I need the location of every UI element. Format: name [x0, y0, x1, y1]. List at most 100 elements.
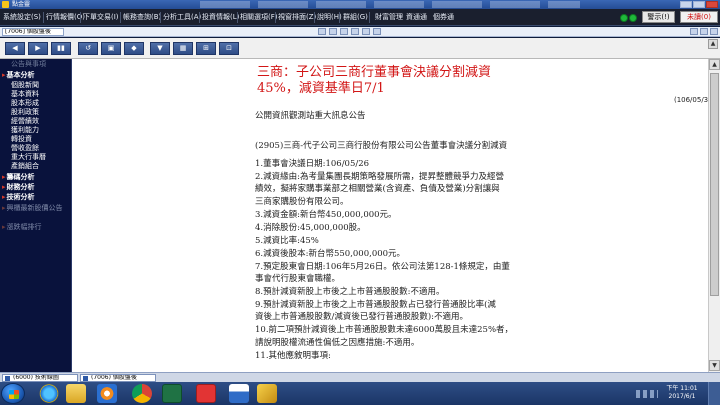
- system-tray-icons[interactable]: [636, 390, 658, 398]
- layout-icon[interactable]: [373, 28, 381, 35]
- menu-order-trading[interactable]: 下單交易(I): [83, 12, 119, 23]
- app-window: 點金靈 系統設定(S) 行情報價(Q) 下單交易(I) 帳務查詢(B) 分析工具…: [0, 0, 720, 405]
- sidebar-item-basic-info[interactable]: 基本資料: [0, 90, 72, 99]
- sidebar-item-announcements[interactable]: 公告與事項: [0, 60, 72, 69]
- article-body-line: 績效，擬將家購事業部之相關營業(含資產、負債及營業)分割讓與: [255, 184, 500, 194]
- window-tab-stock-after-hours[interactable]: (7006) 個股盤後: [80, 374, 156, 382]
- unread-button[interactable]: 未讀(0): [680, 11, 718, 23]
- folder-icon[interactable]: [66, 384, 86, 403]
- news-content-panel: 三商：子公司三商行董事會決議分割減資 45%，減資基準日7/1 (106/05/…: [72, 59, 720, 372]
- sidebar-item-profitability[interactable]: 獲利能力: [0, 126, 72, 135]
- maximize-button[interactable]: [693, 1, 705, 8]
- layout-icon[interactable]: [351, 28, 359, 35]
- panel-minimize-icon[interactable]: [690, 28, 698, 35]
- chrome-icon[interactable]: [132, 384, 152, 403]
- sidebar-item-label: 股本形成: [11, 99, 39, 107]
- sidebar: 公告與事項 ▸基本分析 個股新聞 基本資料 股本形成 股利政策 經營績效 獲利能…: [0, 59, 72, 372]
- menu-stock-pass[interactable]: 個券通: [433, 12, 454, 23]
- sidebar-category-movers[interactable]: ▸漲跌幅排行: [0, 223, 72, 232]
- window-icon: [5, 376, 10, 381]
- title-bar: 點金靈: [0, 0, 720, 9]
- media-player-icon[interactable]: [97, 384, 117, 403]
- article-body-line: 2.減資緣由:為考量集團長期策略發展所需，提昇整體競爭力及經營: [255, 172, 504, 182]
- menu-divider: [43, 12, 44, 23]
- gold-app-icon[interactable]: [257, 384, 277, 403]
- expand-button[interactable]: ⊞: [196, 42, 216, 55]
- article-body-line: 1.董事會決議日期:106/05/26: [255, 159, 370, 169]
- scroll-up-arrow-icon[interactable]: ▲: [708, 39, 718, 49]
- calendar-icon[interactable]: [229, 384, 249, 403]
- menu-divider: [80, 12, 81, 23]
- sidebar-category-emerging-price[interactable]: ▸興櫃最新股價公告: [0, 204, 72, 222]
- minimize-button[interactable]: [680, 1, 692, 8]
- window-tab-label: (7006) 個股盤後: [91, 374, 137, 381]
- refresh-button[interactable]: ↺: [78, 42, 98, 55]
- article-body-line: 三商家購股份有限公司。: [255, 197, 349, 207]
- window-tab-technical-chart[interactable]: (6000) 技術線圖: [2, 374, 78, 382]
- excel-icon[interactable]: [162, 384, 182, 403]
- headline-line: 三商：子公司三商行董事會決議分割減資: [257, 65, 492, 80]
- scroll-down-button[interactable]: ▼: [709, 360, 720, 371]
- sidebar-item-events[interactable]: 重大行事曆: [0, 153, 72, 162]
- sidebar-category-financial[interactable]: ▸財務分析: [0, 183, 72, 192]
- sidebar-category-fundamental[interactable]: ▸基本分析: [0, 71, 72, 80]
- stock-app-icon[interactable]: [196, 384, 216, 403]
- alert-button[interactable]: 警示(!): [642, 11, 675, 23]
- menu-zitongtong[interactable]: 資通通: [406, 12, 427, 23]
- menu-group[interactable]: 群組(G): [343, 12, 368, 23]
- panel-restore-icon[interactable]: [700, 28, 708, 35]
- menu-divider: [275, 12, 276, 23]
- sidebar-item-stock-news[interactable]: 個股新聞: [0, 81, 72, 90]
- menu-investment-info[interactable]: 投資情報(L): [202, 12, 239, 23]
- menu-divider: [199, 12, 200, 23]
- menu-account-query[interactable]: 帳務查詢(B): [123, 12, 161, 23]
- fit-button[interactable]: ⊡: [219, 42, 239, 55]
- back-button[interactable]: ◀: [5, 42, 25, 55]
- layout-icon[interactable]: [329, 28, 337, 35]
- sidebar-item-label: 重大行事曆: [11, 153, 46, 161]
- article-headline: 三商：子公司三商行董事會決議分割減資 45%，減資基準日7/1: [257, 65, 557, 97]
- sidebar-item-performance[interactable]: 經營績效: [0, 117, 72, 126]
- sidebar-item-capital[interactable]: 股本形成: [0, 99, 72, 108]
- menu-window-layout[interactable]: 視窗排面(Z): [278, 12, 316, 23]
- menu-related-options[interactable]: 相關選項(F): [240, 12, 278, 23]
- scroll-up-button[interactable]: ▲: [709, 59, 720, 70]
- layout-icon[interactable]: [318, 28, 326, 35]
- article-subject: (2905)三商-代子公司三商行股份有限公司公告董事會決議分割減資: [255, 141, 508, 151]
- close-button[interactable]: [706, 1, 718, 8]
- article-body-line: 8.預計減資新股上市後之上市普通股股數:不適用。: [255, 287, 445, 297]
- document-tab-bar: [7006] 個股盤後: [0, 27, 720, 37]
- ie-icon[interactable]: [39, 384, 59, 403]
- grid-button[interactable]: ▦: [173, 42, 193, 55]
- start-button[interactable]: [1, 383, 25, 404]
- sidebar-item-product-mix[interactable]: 產銷組合: [0, 162, 72, 171]
- sidebar-item-label: 技術分析: [6, 193, 35, 201]
- menu-analysis-tools[interactable]: 分析工具(A): [163, 12, 201, 23]
- scroll-thumb[interactable]: [710, 73, 719, 296]
- menu-wealth-management[interactable]: 財富管理: [375, 12, 403, 23]
- arrow-icon: ▸: [2, 193, 6, 201]
- arrow-icon: ▸: [2, 204, 6, 212]
- pause-button[interactable]: ▮▮: [51, 42, 71, 55]
- article-body-line: 事會代行股東會職權。: [255, 274, 341, 284]
- menu-system-settings[interactable]: 系統設定(S): [3, 12, 41, 23]
- article-body-line: 3.減資金額:新台幣450,000,000元。: [255, 210, 397, 220]
- tab-stock-after-hours[interactable]: [7006] 個股盤後: [2, 28, 64, 36]
- sidebar-item-dividend[interactable]: 股利政策: [0, 108, 72, 117]
- panel-close-icon[interactable]: [710, 28, 718, 35]
- sidebar-category-technical[interactable]: ▸技術分析: [0, 193, 72, 202]
- view-button[interactable]: ▣: [101, 42, 121, 55]
- layout-icon[interactable]: [362, 28, 370, 35]
- sidebar-item-reinvestment[interactable]: 轉投資: [0, 135, 72, 144]
- sidebar-item-revenue[interactable]: 營收盈餘: [0, 144, 72, 153]
- mark-button[interactable]: ◆: [124, 42, 144, 55]
- window-tab-label: (6000) 技術線圖: [13, 374, 59, 381]
- dropdown-button[interactable]: ▼: [150, 42, 170, 55]
- system-clock[interactable]: 下午 11:01 2017/6/1: [662, 385, 702, 401]
- sidebar-category-chips[interactable]: ▸籌碼分析: [0, 173, 72, 182]
- menu-divider: [120, 12, 121, 23]
- layout-icon[interactable]: [340, 28, 348, 35]
- forward-button[interactable]: ▶: [28, 42, 48, 55]
- vertical-scrollbar[interactable]: ▲ ▼: [708, 59, 720, 372]
- show-desktop-button[interactable]: [708, 382, 720, 405]
